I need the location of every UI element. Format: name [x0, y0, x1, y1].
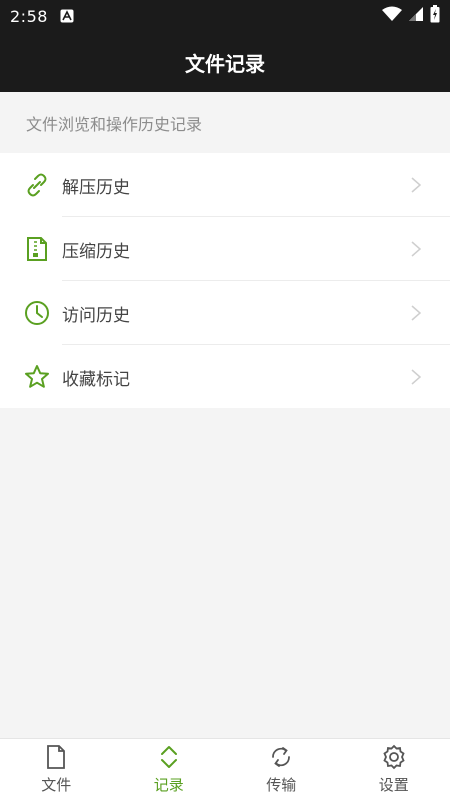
menu-item-label: 收藏标记 — [62, 369, 130, 390]
page-title: 文件记录 — [185, 51, 265, 76]
title-bar: 文件记录 — [0, 32, 450, 92]
menu-item-favorites[interactable]: 收藏标记 — [0, 345, 450, 409]
chevron-right-icon — [410, 304, 422, 322]
tab-label: 传输 — [266, 776, 297, 794]
battery-icon — [430, 5, 440, 27]
signal-icon — [408, 6, 424, 26]
sync-icon — [268, 744, 294, 770]
unlink-icon — [24, 172, 50, 198]
record-menu-list: 解压历史 压缩历史 访问历史 收藏标记 — [0, 153, 450, 408]
menu-item-unzip-history[interactable]: 解压历史 — [0, 153, 450, 217]
bottom-tab-bar: 文件 记录 传输 设置 — [0, 738, 450, 800]
menu-item-label: 压缩历史 — [62, 241, 130, 262]
tab-records[interactable]: 记录 — [113, 739, 226, 800]
gear-icon — [381, 744, 407, 770]
section-subtitle: 文件浏览和操作历史记录 — [0, 93, 450, 153]
file-icon — [43, 744, 69, 770]
tab-transfer[interactable]: 传输 — [225, 739, 338, 800]
subtitle-text: 文件浏览和操作历史记录 — [26, 115, 203, 134]
wifi-icon — [382, 6, 402, 26]
chevron-right-icon — [410, 368, 422, 386]
tab-label: 记录 — [153, 776, 184, 794]
chevron-right-icon — [410, 240, 422, 258]
menu-item-visit-history[interactable]: 访问历史 — [0, 281, 450, 345]
status-bar: 2:58 — [0, 0, 450, 32]
status-time: 2:58 — [10, 6, 48, 26]
zip-file-icon — [24, 236, 50, 262]
menu-item-zip-history[interactable]: 压缩历史 — [0, 217, 450, 281]
expand-arrows-icon — [156, 744, 182, 770]
menu-item-label: 解压历史 — [62, 177, 130, 198]
tab-label: 文件 — [41, 776, 72, 794]
chevron-right-icon — [410, 176, 422, 194]
clock-icon — [24, 300, 50, 326]
tab-files[interactable]: 文件 — [0, 739, 113, 800]
tab-settings[interactable]: 设置 — [338, 739, 450, 800]
notification-a-icon — [60, 9, 74, 23]
star-icon — [24, 364, 50, 390]
menu-item-label: 访问历史 — [62, 305, 130, 326]
tab-label: 设置 — [378, 776, 409, 794]
